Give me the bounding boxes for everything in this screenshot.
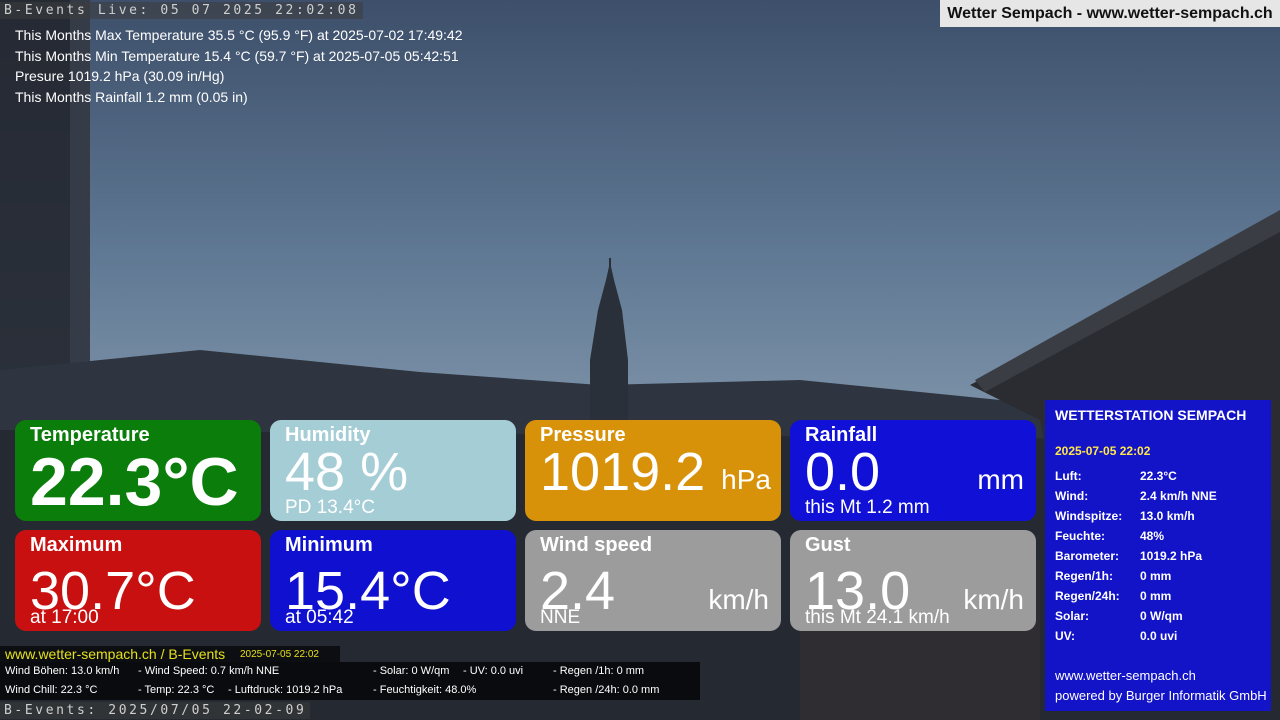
panel-row: Barometer: 1019.2 hPa xyxy=(1055,549,1202,563)
panel-row: Solar: 0 W/qm xyxy=(1055,609,1183,623)
monthly-stats: This Months Max Temperature 35.5 °C (95.… xyxy=(15,25,463,107)
panel-row: Luft: 22.3°C xyxy=(1055,469,1177,483)
ticker-item: - Wind Speed: 0.7 km/h NNE xyxy=(138,665,280,677)
row-value: 0 mm xyxy=(1140,589,1172,603)
ticker-item: - Regen /24h: 0.0 mm xyxy=(553,684,660,696)
row-key: UV: xyxy=(1055,629,1076,643)
row-key: Regen/24h: xyxy=(1055,589,1120,603)
tile-sub: this Mt 1.2 mm xyxy=(805,497,930,518)
row-value: 13.0 km/h xyxy=(1140,509,1195,523)
tile-minimum: Minimum 15.4°C at 05:42 xyxy=(270,530,516,631)
tile-maximum: Maximum 30.7°C at 17:00 xyxy=(15,530,261,631)
ticker-item: Wind Böhen: 13.0 km/h xyxy=(5,665,120,677)
ticker-item: - Luftdruck: 1019.2 hPa xyxy=(228,684,343,696)
row-value: 0.0 uvi xyxy=(1140,629,1178,643)
tile-label: Maximum xyxy=(30,534,123,556)
tile-gust: Gust 13.0 km/h this Mt 24.1 km/h xyxy=(790,530,1036,631)
tile-humidity: Humidity 48 % PD 13.4°C xyxy=(270,420,516,521)
tile-sub: at 05:42 xyxy=(285,607,354,628)
row-value: 22.3°C xyxy=(1140,469,1177,483)
tile-label: Gust xyxy=(805,534,851,556)
tile-sub: this Mt 24.1 km/h xyxy=(805,607,950,628)
row-value: 1019.2 hPa xyxy=(1140,549,1203,563)
row-key: Luft: xyxy=(1055,469,1082,483)
tile-unit: km/h xyxy=(963,584,1024,615)
tile-unit: mm xyxy=(977,464,1024,495)
stat-rainfall: This Months Rainfall 1.2 mm (0.05 in) xyxy=(15,88,248,105)
tile-label: Wind speed xyxy=(540,534,653,556)
tile-value: 0.0 xyxy=(805,442,881,502)
stat-max-temp: This Months Max Temperature 35.5 °C (95.… xyxy=(15,27,463,43)
row-value: 0 mm xyxy=(1140,569,1172,583)
ticker-item: - Temp: 22.3 °C xyxy=(138,684,215,696)
ticker-header: www.wetter-sempach.ch / B-Events 2025-07… xyxy=(0,646,340,662)
row-key: Barometer: xyxy=(1055,549,1120,563)
stat-pressure: Presure 1019.2 hPa (30.09 in/Hg) xyxy=(15,68,225,84)
tile-sub: at 17:00 xyxy=(30,607,99,628)
panel-title: WETTERSTATION SEMPACH xyxy=(1055,407,1247,423)
ticker-item: Wind Chill: 22.3 °C xyxy=(5,684,98,696)
panel-date: 2025-07-05 22:02 xyxy=(1055,444,1151,458)
ticker-site[interactable]: www.wetter-sempach.ch / B-Events xyxy=(5,646,225,662)
tile-value: 1019.2 xyxy=(540,442,706,502)
panel-footer-site[interactable]: www.wetter-sempach.ch xyxy=(1055,668,1196,683)
tile-unit: km/h xyxy=(708,584,769,615)
stat-min-temp: This Months Min Temperature 15.4 °C (59.… xyxy=(15,47,459,64)
tile-wind-speed: Wind speed 2.4 km/h NNE xyxy=(525,530,781,631)
row-key: Regen/1h: xyxy=(1055,569,1114,583)
tile-sub: NNE xyxy=(540,607,581,628)
tile-value: 22.3°C xyxy=(30,444,239,520)
station-panel: WETTERSTATION SEMPACH 2025-07-05 22:02 L… xyxy=(1045,400,1271,711)
tile-rainfall: Rainfall 0.0 mm this Mt 1.2 mm xyxy=(790,420,1036,521)
panel-row: UV: 0.0 uvi xyxy=(1055,629,1177,643)
ticker-timestamp: 2025-07-05 22:02 xyxy=(240,649,319,660)
row-key: Feuchte: xyxy=(1055,529,1106,543)
tile-pressure: Pressure 1019.2 hPa xyxy=(525,420,781,521)
ticker-item: - Regen /1h: 0 mm xyxy=(553,665,645,677)
row-value: 48% xyxy=(1140,529,1165,543)
camera-title-top: B-Events Live: 05 07 2025 22:02:08 xyxy=(0,2,363,19)
row-key: Windspitze: xyxy=(1055,509,1123,523)
panel-row: Windspitze: 13.0 km/h xyxy=(1055,509,1195,523)
panel-row: Regen/24h: 0 mm xyxy=(1055,589,1171,603)
panel-row: Feuchte: 48% xyxy=(1055,529,1164,543)
tile-temperature: Temperature 22.3°C xyxy=(15,420,261,521)
tile-value: 48 % xyxy=(285,442,409,502)
panel-row: Regen/1h: 0 mm xyxy=(1055,569,1171,583)
row-value: 2.4 km/h NNE xyxy=(1140,489,1217,503)
tile-unit: hPa xyxy=(721,464,771,495)
row-key: Wind: xyxy=(1055,489,1089,503)
row-value: 0 W/qm xyxy=(1140,609,1183,623)
site-banner: Wetter Sempach - www.wetter-sempach.ch xyxy=(940,0,1280,27)
panel-row: Wind: 2.4 km/h NNE xyxy=(1055,489,1217,503)
ticker-item: - Feuchtigkeit: 48.0% xyxy=(373,684,477,696)
row-key: Solar: xyxy=(1055,609,1090,623)
tile-sub: PD 13.4°C xyxy=(285,497,375,518)
panel-footer-credit: powered by Burger Informatik GmbH xyxy=(1055,688,1267,703)
camera-title-bottom: B-Events: 2025/07/05 22-02-09 xyxy=(0,702,311,719)
tile-label: Minimum xyxy=(285,534,373,556)
ticker-bar: Wind Böhen: 13.0 km/h - Wind Speed: 0.7 … xyxy=(0,662,700,700)
ticker-item: - Solar: 0 W/qm xyxy=(373,665,450,677)
ticker-item: - UV: 0.0 uvi xyxy=(463,665,524,677)
